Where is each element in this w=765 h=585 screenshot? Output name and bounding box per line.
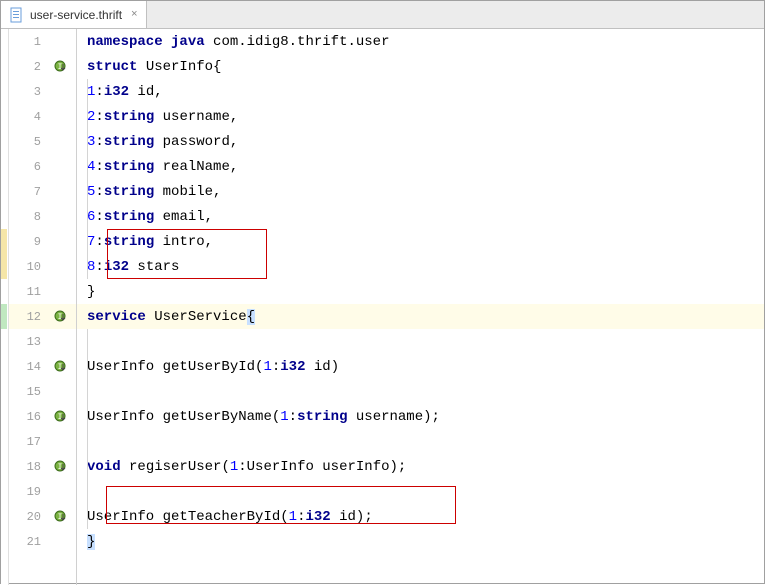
editor-margin <box>1 29 9 585</box>
line-number: 8 <box>9 210 49 224</box>
line-number: 13 <box>9 335 49 349</box>
code-area[interactable]: namespace java com.idig8.thrift.user str… <box>77 29 764 585</box>
line-number: 5 <box>9 135 49 149</box>
svg-text:I: I <box>58 413 63 422</box>
code-line: 4:string realName, <box>77 154 764 179</box>
code-line <box>77 429 764 454</box>
line-number: 14 <box>9 360 49 374</box>
file-tab[interactable]: user-service.thrift × <box>1 1 147 28</box>
implemented-icon[interactable]: I <box>54 510 68 524</box>
svg-text:I: I <box>58 463 63 472</box>
code-line: 5:string mobile, <box>77 179 764 204</box>
line-number: 6 <box>9 160 49 174</box>
implemented-icon[interactable]: I <box>54 410 68 424</box>
svg-text:I: I <box>58 513 63 522</box>
line-number: 10 <box>9 260 49 274</box>
code-line: 3:string password, <box>77 129 764 154</box>
line-number: 2 <box>9 60 49 74</box>
implemented-icon[interactable]: I <box>54 360 68 374</box>
line-number: 9 <box>9 235 49 249</box>
editor: 1 2I 3 4 5 6 7 8 9 10 11 12I 13 14I 15 1… <box>1 29 764 585</box>
code-line <box>77 479 764 504</box>
line-number: 12 <box>9 310 49 324</box>
code-line <box>77 379 764 404</box>
close-icon[interactable]: × <box>131 9 138 21</box>
line-number: 18 <box>9 460 49 474</box>
code-line: void regiserUser(1:UserInfo userInfo); <box>77 454 764 479</box>
tab-label: user-service.thrift <box>30 8 122 22</box>
code-line: 6:string email, <box>77 204 764 229</box>
code-line: UserInfo getUserByName(1:string username… <box>77 404 764 429</box>
code-line: 7:string intro, <box>77 229 764 254</box>
gutter: 1 2I 3 4 5 6 7 8 9 10 11 12I 13 14I 15 1… <box>9 29 77 585</box>
code-line: 8:i32 stars <box>77 254 764 279</box>
line-number: 4 <box>9 110 49 124</box>
line-number: 20 <box>9 510 49 524</box>
line-number: 21 <box>9 535 49 549</box>
tab-bar: user-service.thrift × <box>1 1 764 29</box>
code-line: namespace java com.idig8.thrift.user <box>77 29 764 54</box>
thrift-file-icon <box>9 7 25 23</box>
line-number: 19 <box>9 485 49 499</box>
line-number: 7 <box>9 185 49 199</box>
line-number: 3 <box>9 85 49 99</box>
code-line: 2:string username, <box>77 104 764 129</box>
line-number: 1 <box>9 35 49 49</box>
line-number: 17 <box>9 435 49 449</box>
code-line <box>77 329 764 354</box>
code-line: UserInfo getUserById(1:i32 id) <box>77 354 764 379</box>
code-line: struct UserInfo{ <box>77 54 764 79</box>
line-number: 11 <box>9 285 49 299</box>
line-number: 16 <box>9 410 49 424</box>
svg-text:I: I <box>58 363 63 372</box>
code-line: } <box>77 529 764 554</box>
code-line: service UserService{ <box>77 304 764 329</box>
code-line: } <box>77 279 764 304</box>
svg-text:I: I <box>58 63 63 72</box>
code-line: 1:i32 id, <box>77 79 764 104</box>
svg-text:I: I <box>58 313 63 322</box>
line-number: 15 <box>9 385 49 399</box>
implemented-icon[interactable]: I <box>54 60 68 74</box>
code-line: UserInfo getTeacherById(1:i32 id); <box>77 504 764 529</box>
implemented-icon[interactable]: I <box>54 310 68 324</box>
implemented-icon[interactable]: I <box>54 460 68 474</box>
